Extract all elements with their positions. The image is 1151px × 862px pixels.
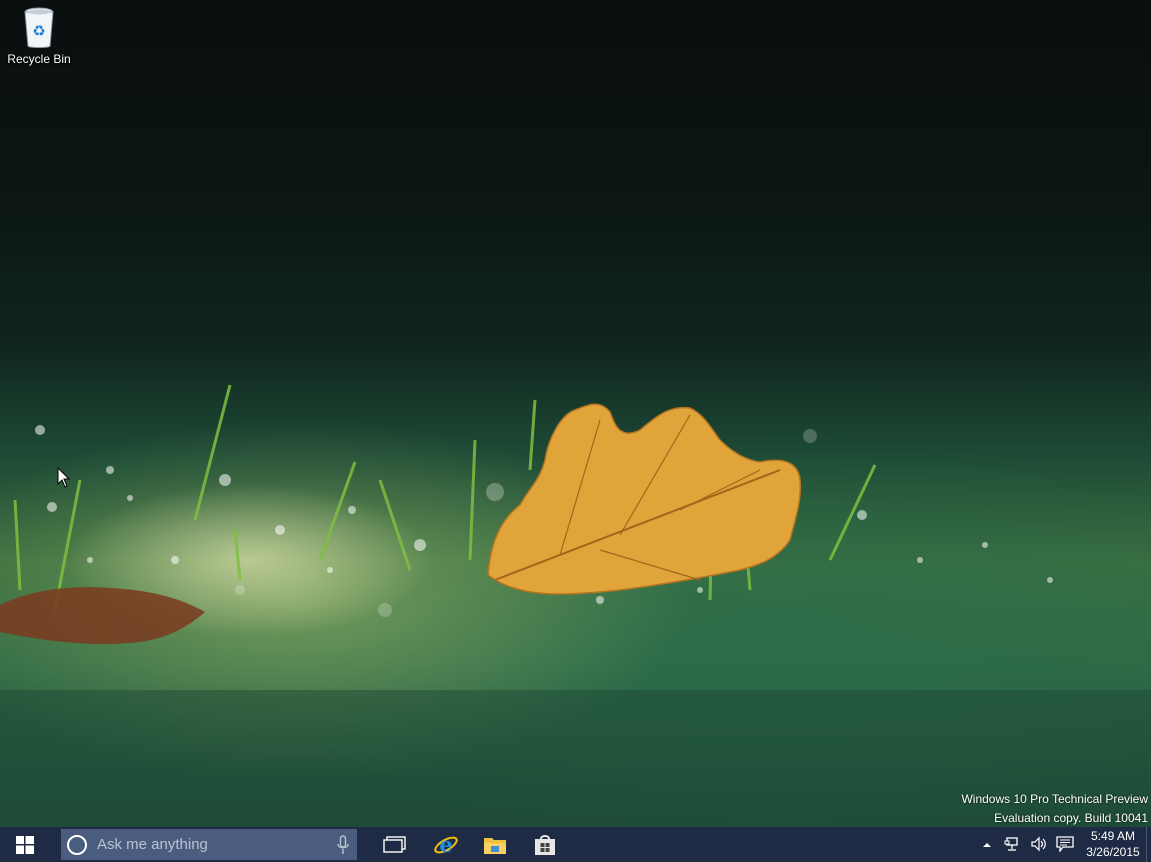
folder-icon: [484, 837, 506, 854]
internet-explorer-button[interactable]: e: [421, 827, 471, 862]
taskbar: Ask me anything e 5:49 AM 3/26/2015: [0, 827, 1151, 862]
mouse-cursor-icon: [57, 467, 71, 488]
network-icon[interactable]: [1004, 836, 1022, 852]
start-button[interactable]: [0, 827, 50, 862]
chevron-up-icon[interactable]: [980, 838, 994, 852]
wallpaper-image: [0, 384, 1151, 827]
svg-text:♻: ♻: [32, 22, 45, 40]
recycle-bin-label: Recycle Bin: [7, 52, 71, 66]
clock-time: 5:49 AM: [1090, 829, 1136, 843]
task-view-icon: [383, 835, 406, 853]
search-box[interactable]: Ask me anything: [61, 829, 357, 860]
recycle-bin-shortcut[interactable]: ♻ Recycle Bin: [6, 6, 72, 76]
cortana-ring-icon: [67, 834, 87, 855]
task-view-button[interactable]: [370, 827, 420, 862]
watermark-build: Evaluation copy. Build 10041: [994, 811, 1148, 825]
clock[interactable]: 5:49 AM 3/26/2015: [1080, 828, 1146, 860]
file-explorer-button[interactable]: [470, 827, 520, 862]
action-center-icon[interactable]: [1056, 836, 1074, 852]
show-desktop-button[interactable]: [1146, 827, 1151, 862]
store-bag-icon: [535, 834, 555, 855]
desktop[interactable]: ♻ Recycle Bin Windows 10 Pro Technical P…: [0, 0, 1151, 827]
search-placeholder: Ask me anything: [97, 836, 208, 853]
watermark-edition: Windows 10 Pro Technical Preview: [961, 792, 1148, 806]
internet-explorer-icon: e: [434, 832, 458, 857]
evaluation-watermark: Windows 10 Pro Technical Preview Evaluat…: [961, 790, 1148, 827]
volume-icon[interactable]: [1030, 836, 1048, 852]
microphone-icon[interactable]: [337, 834, 349, 855]
windows-logo-icon: [16, 835, 34, 854]
clock-date: 3/26/2015: [1086, 845, 1140, 859]
store-button[interactable]: [520, 827, 570, 862]
recycle-bin-icon: ♻: [24, 7, 54, 48]
leaf: [487, 403, 802, 595]
svg-text:e: e: [439, 832, 452, 857]
brown-leaf: [0, 587, 205, 645]
